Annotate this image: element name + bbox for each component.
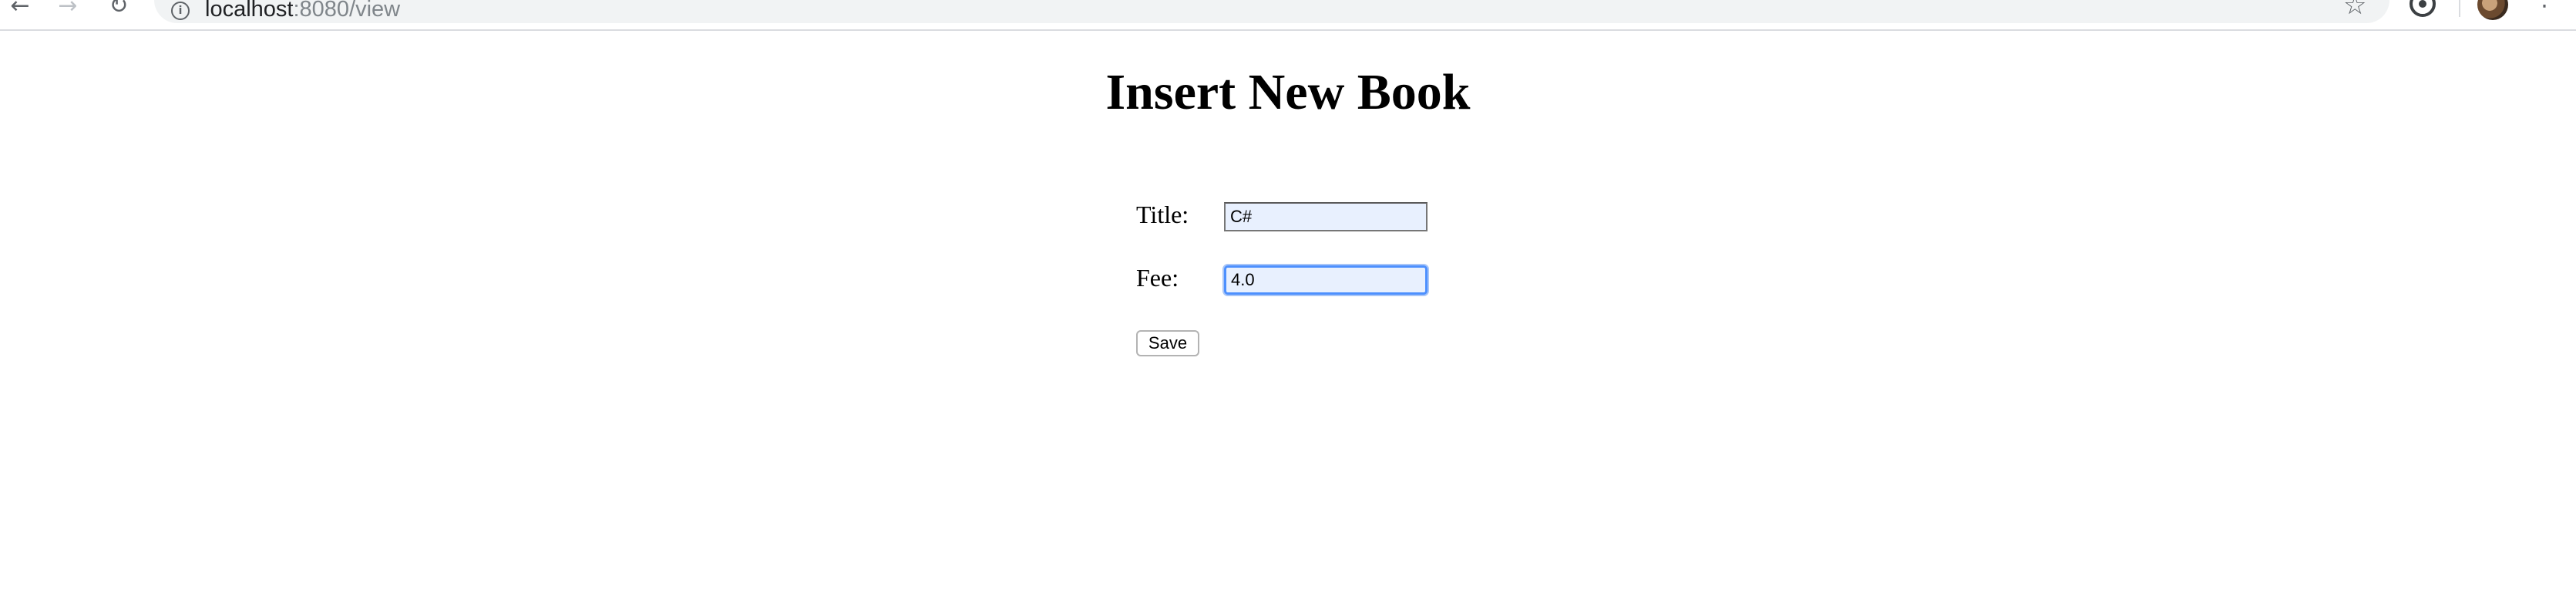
extension-icon[interactable] xyxy=(2410,0,2436,17)
profile-avatar[interactable] xyxy=(2477,0,2508,20)
title-label: Title: xyxy=(1136,201,1189,228)
reload-icon[interactable]: ↻ xyxy=(103,0,134,18)
url-path: :8080/view xyxy=(293,0,401,22)
url-text[interactable]: localhost:8080/view xyxy=(205,0,400,22)
info-icon[interactable]: i xyxy=(171,2,190,20)
bookmark-star-icon[interactable]: ☆ xyxy=(2343,0,2366,19)
kebab-menu-icon[interactable]: ⋮ xyxy=(2533,0,2556,10)
fee-label: Fee: xyxy=(1136,264,1179,292)
forward-arrow-icon[interactable]: → xyxy=(52,0,83,18)
address-bar[interactable]: i localhost:8080/view xyxy=(154,0,2389,23)
browser-toolbar: ← → ↻ i localhost:8080/view ☆ ⋮ xyxy=(0,0,2576,31)
save-button[interactable]: Save xyxy=(1136,330,1199,356)
page-title: Insert New Book xyxy=(1105,64,1471,120)
title-input[interactable] xyxy=(1224,202,1428,231)
fee-input[interactable] xyxy=(1224,265,1428,295)
back-arrow-icon[interactable]: ← xyxy=(5,0,35,18)
toolbar-divider xyxy=(2459,0,2460,17)
url-host: localhost xyxy=(205,0,294,22)
